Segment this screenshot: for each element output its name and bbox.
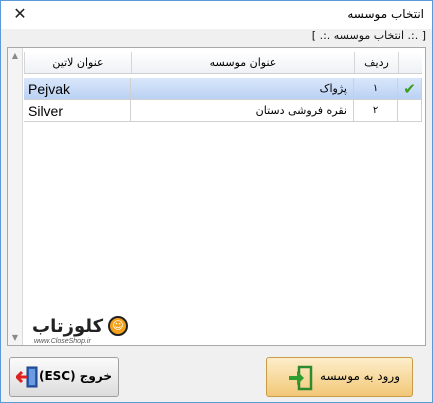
exit-button-label: خروج (ESC)	[38, 369, 112, 383]
logo-text: کلوزتاب	[32, 316, 104, 337]
checkmark-icon: ✔	[398, 78, 422, 100]
column-header-latin[interactable]: عنوان لاتین	[24, 52, 131, 74]
select-institution-dialog: انتخاب موسسه ✕ [ .:. انتخاب موسسه .:. ] …	[0, 0, 433, 403]
cell-institution-title: پژواک	[131, 78, 354, 100]
enter-arrow-icon	[289, 365, 313, 391]
column-header-row-number[interactable]: ردیف	[354, 52, 398, 74]
title-bar: انتخاب موسسه ✕	[1, 1, 432, 29]
closeshop-logo: کلوزتاب ☺ www.CloseShop.ir	[32, 316, 132, 348]
column-header-indicator	[398, 52, 422, 74]
table-row[interactable]: Pejvak پژواک ۱ ✔	[24, 78, 422, 100]
group-label: [ .:. انتخاب موسسه .:. ]	[311, 29, 426, 42]
scroll-down-icon[interactable]: ▼	[10, 333, 20, 342]
enter-institution-button[interactable]: ورود به موسسه	[266, 357, 413, 397]
window-title: انتخاب موسسه	[347, 7, 424, 21]
cell-latin-title: Silver	[24, 100, 131, 122]
institutions-grid[interactable]: ▲ ▼ عنوان لاتین عنوان موسسه ردیف Pejvak …	[7, 47, 426, 346]
exit-door-icon	[16, 366, 38, 388]
cell-row-number: ۲	[354, 100, 398, 122]
cell-latin-title: Pejvak	[24, 78, 131, 100]
vertical-scrollbar[interactable]: ▲ ▼	[8, 48, 23, 345]
exit-button[interactable]: خروج (ESC)	[9, 357, 119, 397]
cell-row-number: ۱	[354, 78, 398, 100]
cell-institution-title: نقره فروشی دستان	[131, 100, 354, 122]
row-indicator	[398, 100, 422, 122]
enter-button-label: ورود به موسسه	[320, 369, 400, 383]
smiley-icon: ☺	[108, 316, 128, 336]
logo-url: www.CloseShop.ir	[34, 338, 91, 345]
column-header-title[interactable]: عنوان موسسه	[131, 52, 354, 74]
scroll-up-icon[interactable]: ▲	[10, 51, 20, 60]
close-icon[interactable]: ✕	[9, 4, 31, 24]
table-row[interactable]: Silver نقره فروشی دستان ۲	[24, 100, 422, 122]
